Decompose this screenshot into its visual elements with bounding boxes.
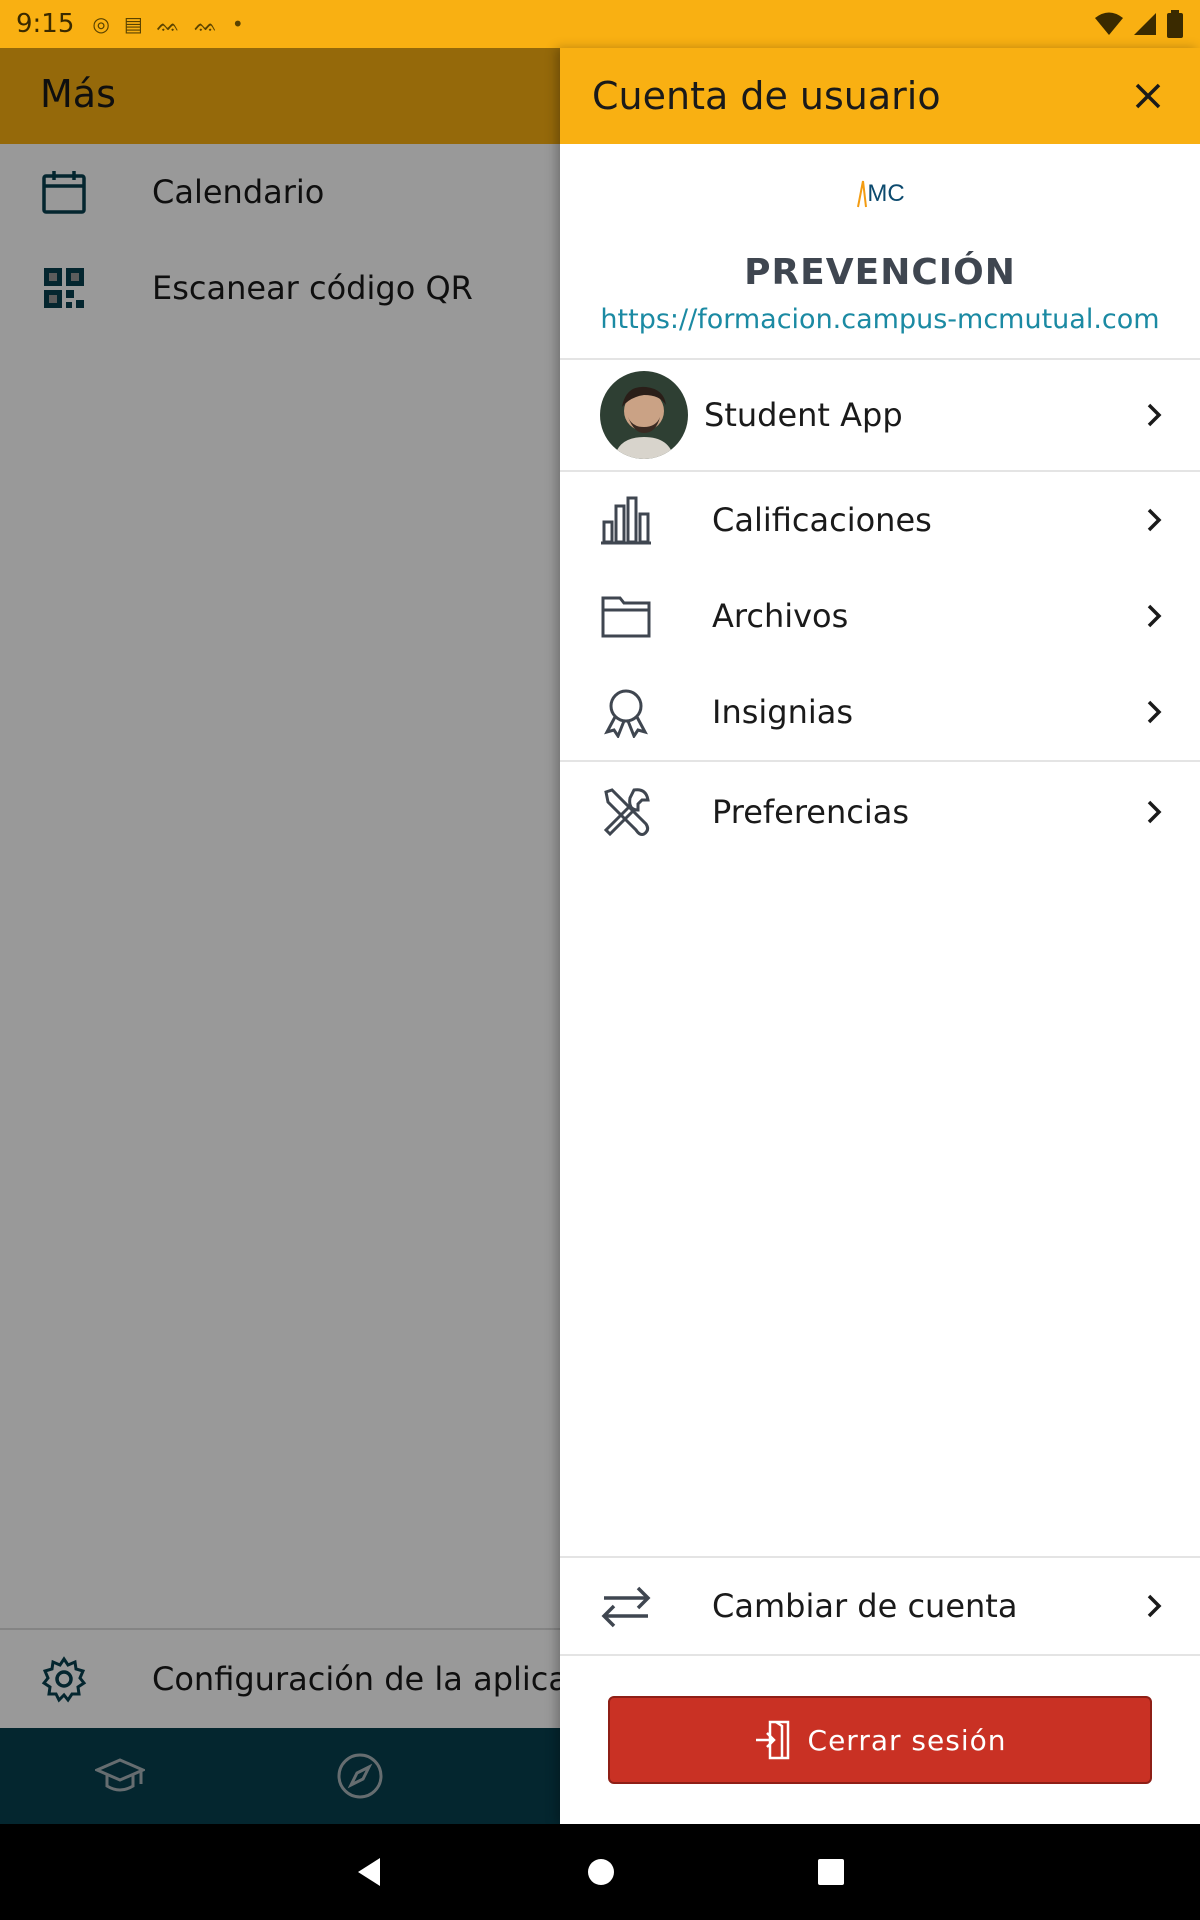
close-icon — [1135, 83, 1161, 109]
notification-icon: ▤ — [123, 12, 143, 36]
chevron-right-icon — [1147, 1594, 1162, 1618]
notification-icon: ᨐ — [156, 12, 181, 36]
notification-icon: ◎ — [92, 12, 110, 36]
bar-chart-icon — [601, 496, 651, 545]
battery-icon — [1167, 10, 1183, 38]
drawer-title: Cuenta de usuario — [592, 74, 941, 118]
user-profile-item[interactable]: Student App — [560, 360, 1200, 472]
logout-icon — [755, 1720, 789, 1760]
chevron-right-icon — [1147, 403, 1162, 427]
user-account-drawer: Cuenta de usuario MC PREVENCIÓN https://… — [560, 48, 1200, 1824]
menu-item-label: Preferencias — [712, 793, 910, 831]
system-icons — [1094, 10, 1184, 38]
logout-button[interactable]: Cerrar sesión — [608, 1696, 1152, 1784]
logout-label: Cerrar sesión — [807, 1723, 1007, 1757]
status-time: 9:15 — [16, 9, 75, 39]
site-name: PREVENCIÓN — [744, 252, 1016, 293]
site-url[interactable]: https://formacion.campus-mcmutual.com — [560, 304, 1200, 335]
notification-icons: ◎ ▤ ᨐ ᨐ • — [92, 12, 243, 36]
backdrop-overlay[interactable] — [0, 48, 560, 1824]
wifi-icon — [1095, 12, 1123, 35]
cell-signal-icon — [1134, 13, 1156, 35]
menu-item-grades[interactable]: Calificaciones — [560, 472, 1200, 568]
logo-figure-icon — [857, 180, 868, 208]
swap-icon — [600, 1580, 652, 1632]
site-logo: MC — [848, 176, 912, 212]
notification-dot-icon: • — [231, 12, 244, 36]
site-info: MC PREVENCIÓN https://formacion.campus-m… — [560, 144, 1200, 360]
account-menu: Calificaciones Archivos Insignias — [560, 472, 1200, 762]
menu-item-label: Insignias — [712, 693, 854, 731]
folder-icon — [600, 590, 652, 642]
tools-icon — [600, 786, 652, 838]
drawer-header: Cuenta de usuario — [560, 48, 1200, 144]
switch-account-item[interactable]: Cambiar de cuenta — [560, 1556, 1200, 1656]
bar-chart-icon — [600, 494, 652, 546]
close-button[interactable] — [1128, 76, 1168, 116]
menu-item-label: Archivos — [712, 597, 849, 635]
switch-account-label: Cambiar de cuenta — [712, 1587, 1018, 1625]
status-bar: 9:15 ◎ ▤ ᨐ ᨐ • — [0, 0, 1200, 48]
menu-item-badges[interactable]: Insignias — [560, 664, 1200, 760]
badge-icon — [600, 686, 652, 738]
chevron-right-icon — [1147, 604, 1162, 628]
tools-icon — [603, 788, 650, 837]
chevron-right-icon — [1147, 800, 1162, 824]
user-name: Student App — [704, 396, 903, 434]
home-icon[interactable] — [586, 1857, 616, 1887]
chevron-right-icon — [1147, 700, 1162, 724]
swap-icon — [601, 1586, 651, 1628]
system-navigation-bar — [0, 1824, 1200, 1920]
chevron-right-icon — [1147, 508, 1162, 532]
folder-icon — [601, 596, 651, 638]
site-logo-text: MC — [867, 180, 905, 207]
recents-icon[interactable] — [816, 1857, 846, 1887]
notification-icon: ᨐ — [194, 12, 218, 36]
avatar — [600, 371, 688, 459]
menu-item-preferences[interactable]: Preferencias — [560, 762, 1200, 862]
badge-icon — [604, 689, 648, 738]
menu-item-files[interactable]: Archivos — [560, 568, 1200, 664]
user-avatar-icon — [600, 371, 688, 459]
back-icon[interactable] — [354, 1856, 386, 1888]
menu-item-label: Calificaciones — [712, 501, 932, 539]
